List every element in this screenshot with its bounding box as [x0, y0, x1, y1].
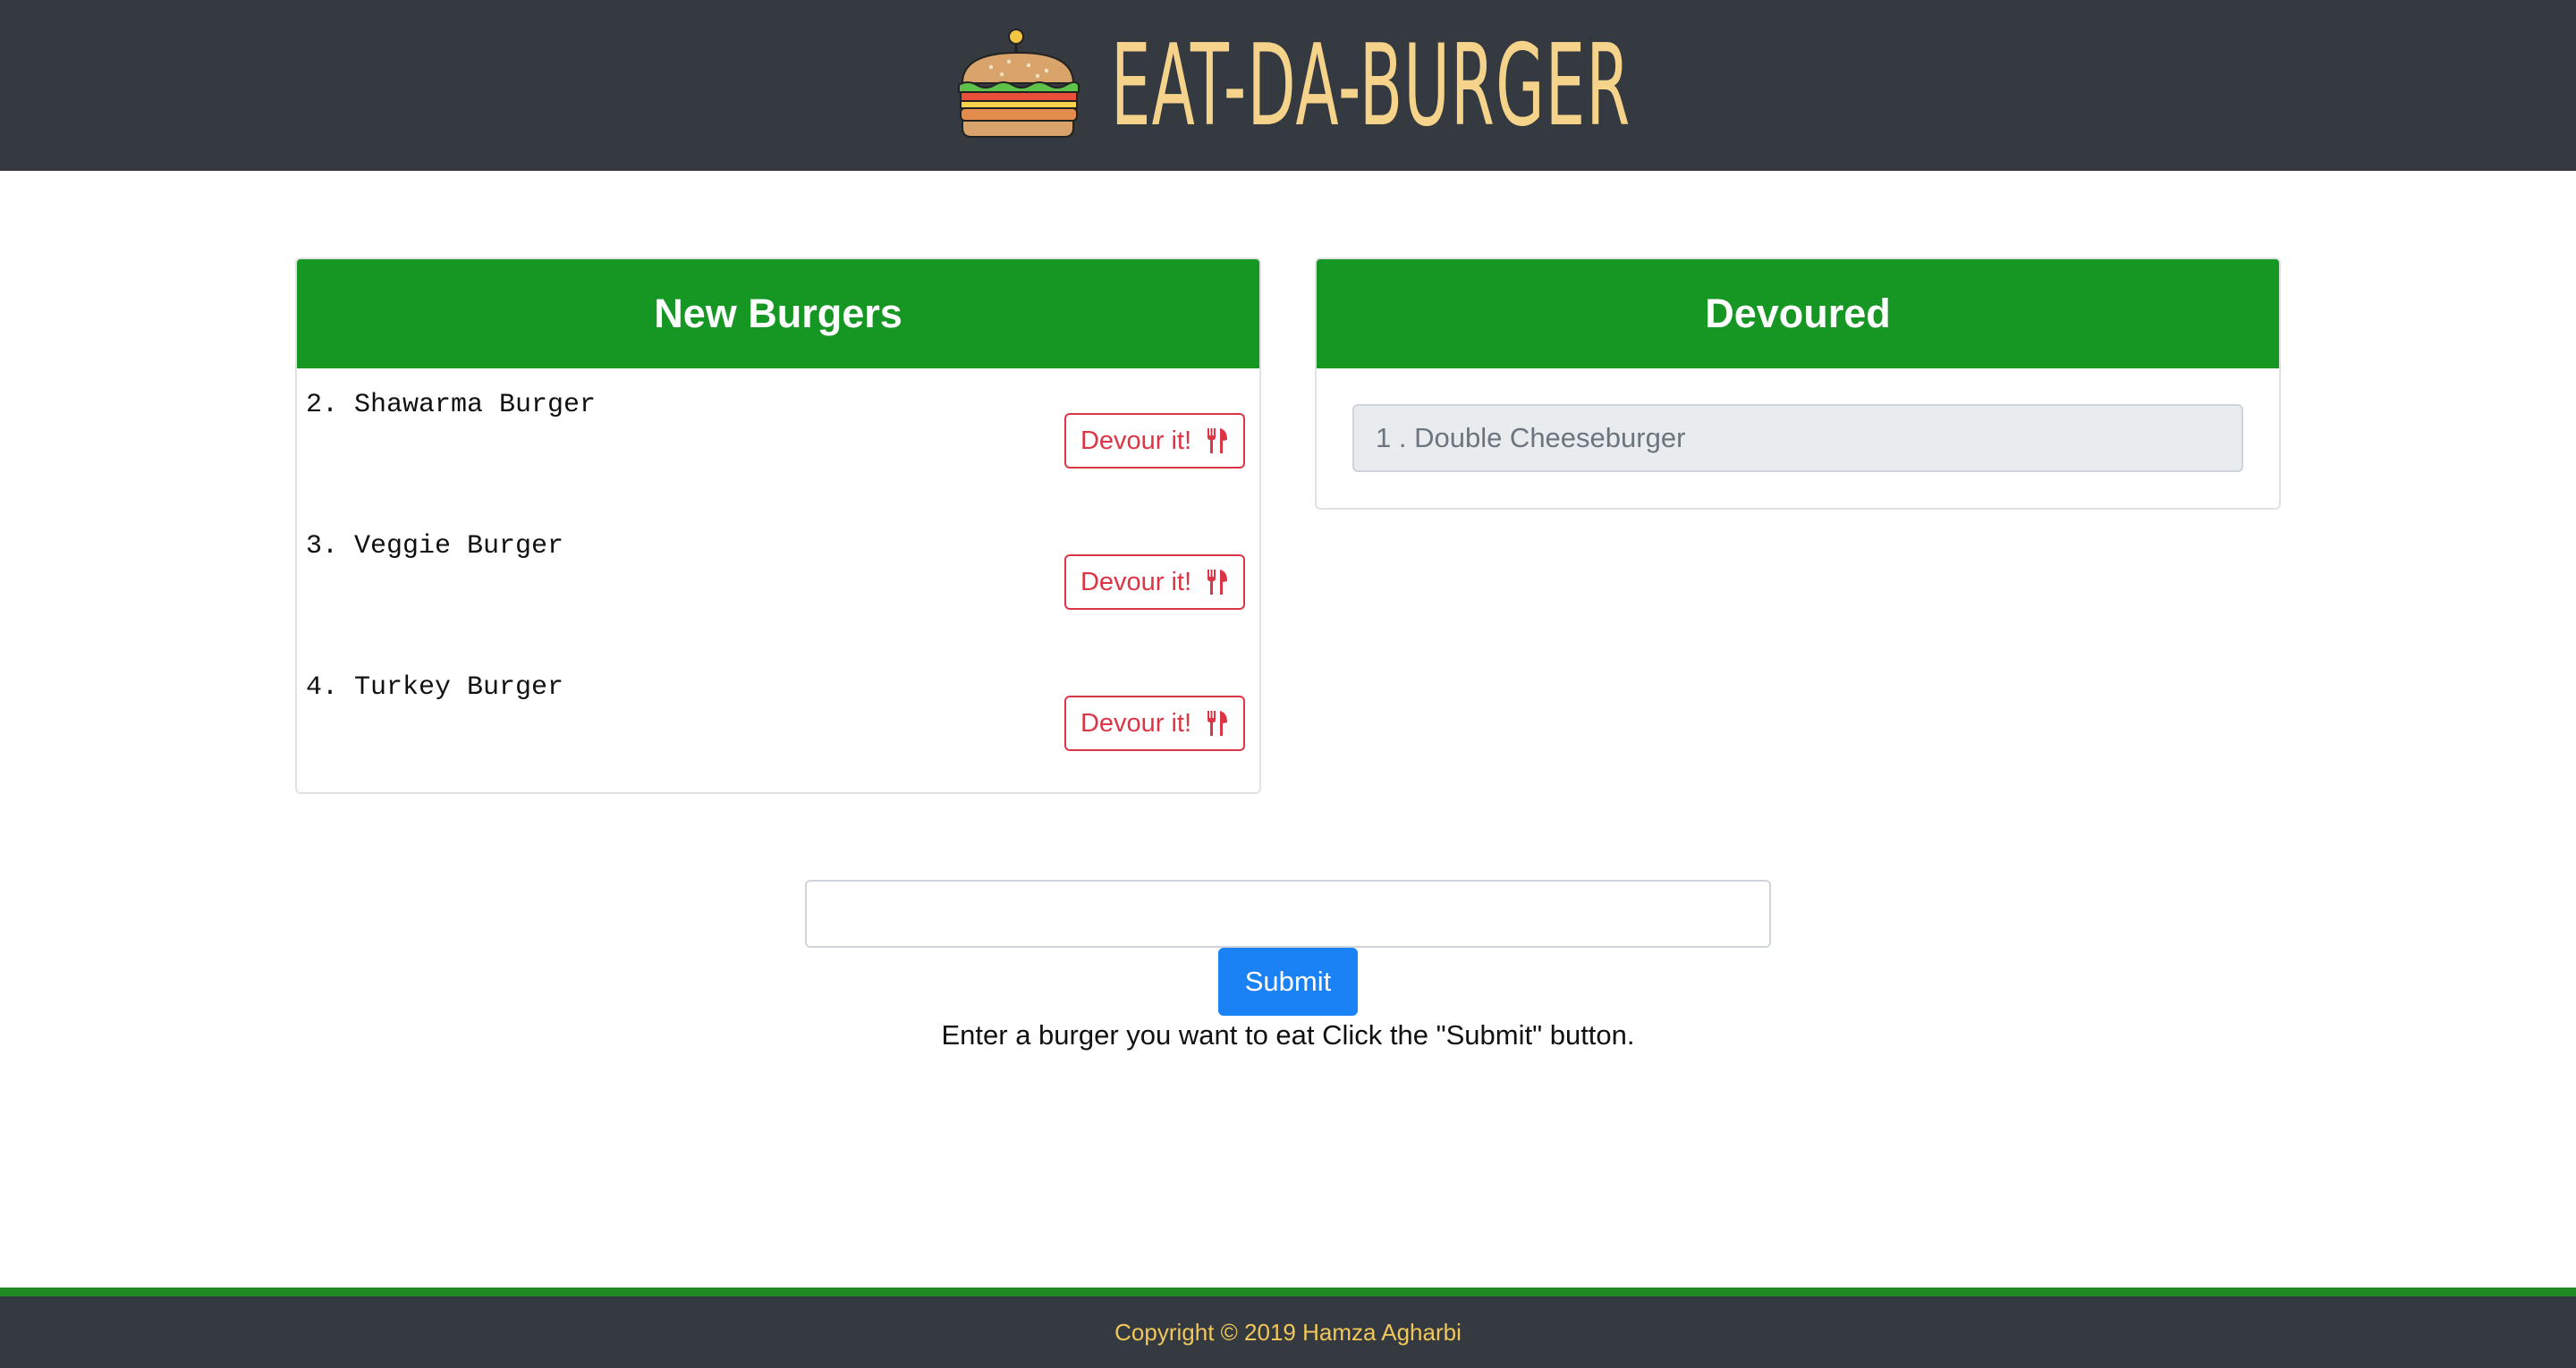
site-footer: Copyright © 2019 Hamza Agharbi — [0, 1296, 2576, 1368]
devoured-header: Devoured — [1317, 259, 2279, 368]
devour-button[interactable]: Devour it! — [1064, 413, 1245, 469]
utensils-icon — [1208, 711, 1228, 736]
site-header: EAT-DA-BURGER — [0, 0, 2576, 171]
burger-list-item: 2. Shawarma Burger Devour it! — [297, 368, 1259, 510]
copyright-text: Copyright © 2019 Hamza Agharbi — [1114, 1318, 1462, 1346]
devour-button-label: Devour it! — [1080, 567, 1192, 596]
submit-button[interactable]: Submit — [1218, 948, 1358, 1016]
devour-button-label: Devour it! — [1080, 426, 1192, 455]
utensils-icon — [1208, 428, 1228, 453]
devour-button[interactable]: Devour it! — [1064, 554, 1245, 610]
new-burgers-card: New Burgers 2. Shawarma Burger Devour it… — [295, 258, 1261, 794]
devoured-list-item: 1 . Double Cheeseburger — [1352, 404, 2243, 472]
burger-name-input[interactable] — [805, 880, 1771, 948]
logo: EAT-DA-BURGER — [955, 23, 1950, 148]
burger-name: 4. Turkey Burger — [306, 672, 564, 703]
site-title: EAT-DA-BURGER — [1111, 20, 1631, 151]
devour-button[interactable]: Devour it! — [1064, 696, 1245, 751]
page: EAT-DA-BURGER New Burgers 2. Shawarma Bu… — [0, 0, 2576, 1368]
devour-button-label: Devour it! — [1080, 708, 1192, 738]
burger-name: 3. Veggie Burger — [306, 531, 564, 562]
instructions-text: Enter a burger you want to eat Click the… — [941, 1019, 1635, 1051]
burger-icon — [958, 29, 1080, 138]
burger-name: 2. Shawarma Burger — [306, 390, 597, 420]
footer-divider — [0, 1288, 2576, 1296]
burger-list-item: 4. Turkey Burger Devour it! — [297, 651, 1259, 792]
utensils-icon — [1208, 570, 1228, 595]
devoured-card: Devoured 1 . Double Cheeseburger — [1315, 258, 2281, 510]
burger-list-item: 3. Veggie Burger Devour it! — [297, 510, 1259, 651]
new-burgers-header: New Burgers — [297, 259, 1259, 368]
